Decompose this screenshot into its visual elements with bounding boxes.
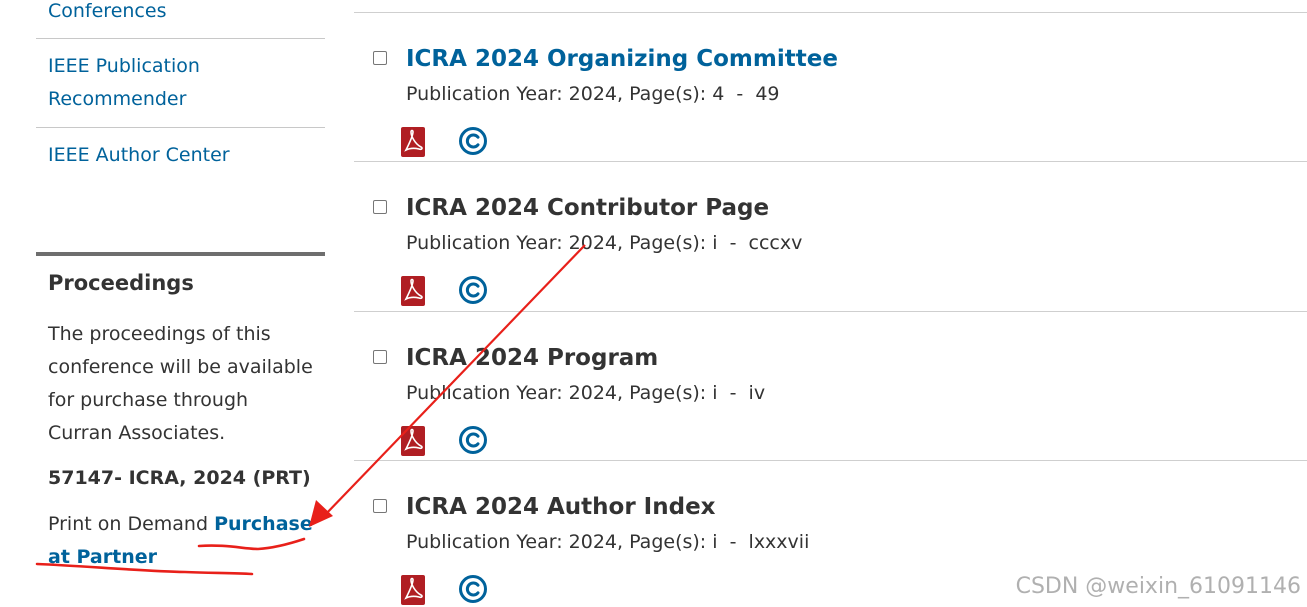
publication-year: Publication Year: 2024 [406,382,617,404]
toc-list: ICRA 2024 Organizing Committee Publicati… [354,0,1307,607]
proceedings-rule [36,252,325,256]
print-on-demand: Print on Demand Purchase at Partner [48,508,318,574]
item-title[interactable]: ICRA 2024 Author Index [406,491,716,523]
item-meta: Publication Year: 2024, Page(s): i - iv [406,379,765,407]
page-range: , Page(s): i - cccxv [617,232,803,254]
item-meta: Publication Year: 2024, Page(s): 4 - 49 [406,80,780,108]
page-range: , Page(s): i - lxxxvii [617,531,810,553]
sidebar-link-author-center[interactable]: IEEE Author Center [48,139,308,172]
copyright-icon[interactable] [458,425,488,455]
pdf-icon[interactable] [401,127,425,157]
page-range: , Page(s): 4 - 49 [617,83,780,105]
item-title[interactable]: ICRA 2024 Program [406,342,658,374]
item-title[interactable]: ICRA 2024 Organizing Committee [406,43,838,75]
item-meta: Publication Year: 2024, Page(s): i - ccc… [406,229,802,257]
print-on-demand-label: Print on Demand [48,513,215,535]
pdf-icon[interactable] [401,575,425,605]
item-meta: Publication Year: 2024, Page(s): i - lxx… [406,528,809,556]
watermark: CSDN @weixin_61091146 [1015,574,1301,599]
proceedings-code: 57147- ICRA, 2024 (PRT) [48,467,311,489]
publication-year: Publication Year: 2024 [406,83,617,105]
pdf-icon[interactable] [401,426,425,456]
sidebar-link-conferences[interactable]: Conferences [48,0,308,28]
select-checkbox[interactable] [373,200,387,214]
publication-year: Publication Year: 2024 [406,531,617,553]
copyright-icon[interactable] [458,574,488,604]
list-item: ICRA 2024 Contributor Page Publication Y… [354,161,1307,311]
sidebar-link-publication-recommender[interactable]: IEEE Publication Recommender [48,50,308,116]
sidebar-divider [36,127,325,128]
select-checkbox[interactable] [373,51,387,65]
sidebar-divider [36,38,325,39]
page: Conferences IEEE Publication Recommender… [0,0,1307,607]
pdf-icon[interactable] [401,276,425,306]
page-range: , Page(s): i - iv [617,382,766,404]
proceedings-title: Proceedings [48,271,194,295]
select-checkbox[interactable] [373,350,387,364]
copyright-icon[interactable] [458,275,488,305]
list-item: ICRA 2024 Organizing Committee Publicati… [354,12,1307,162]
list-item: ICRA 2024 Program Publication Year: 2024… [354,311,1307,461]
select-checkbox[interactable] [373,499,387,513]
copyright-icon[interactable] [458,126,488,156]
proceedings-description: The proceedings of this conference will … [48,323,313,444]
item-title[interactable]: ICRA 2024 Contributor Page [406,192,769,224]
publication-year: Publication Year: 2024 [406,232,617,254]
